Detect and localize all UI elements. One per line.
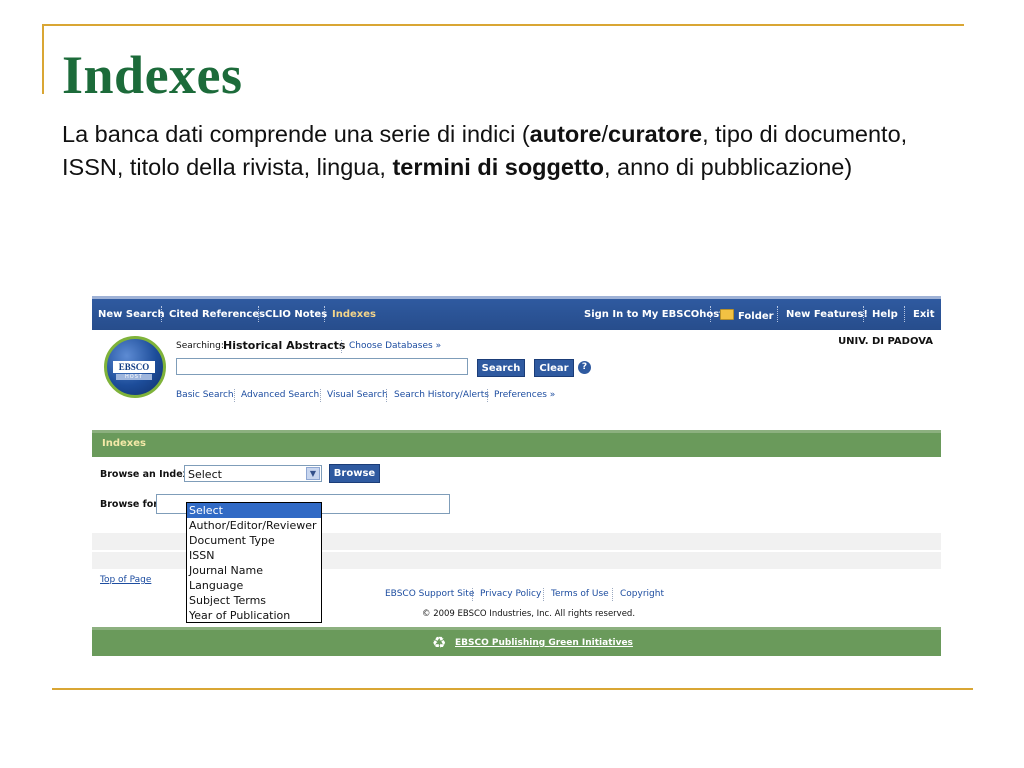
- slide-frame-bottom-line: [52, 688, 973, 690]
- nav-folder[interactable]: Folder: [720, 309, 774, 322]
- ebsco-screenshot: New Search Cited References CLIO Notes I…: [92, 296, 941, 656]
- nav-separator: [324, 306, 325, 322]
- preferences-link[interactable]: Preferences »: [494, 390, 555, 400]
- nav-indexes[interactable]: Indexes: [332, 309, 376, 320]
- basic-search-link[interactable]: Basic Search: [176, 390, 234, 400]
- nav-separator: [710, 306, 711, 322]
- privacy-policy-link[interactable]: Privacy Policy: [480, 589, 541, 599]
- separator: [472, 588, 473, 601]
- separator: [234, 389, 235, 402]
- nav-clio-notes[interactable]: CLIO Notes: [265, 309, 327, 320]
- slide-title: Indexes: [62, 45, 243, 105]
- dropdown-option-document-type[interactable]: Document Type: [187, 533, 321, 548]
- clear-button[interactable]: Clear: [534, 359, 574, 377]
- searching-label: Searching:: [176, 341, 224, 351]
- nav-separator: [904, 306, 905, 322]
- indexes-panel-header: Indexes: [92, 430, 941, 457]
- dropdown-option-language[interactable]: Language: [187, 578, 321, 593]
- recycle-icon: ♻: [431, 633, 447, 652]
- support-site-link[interactable]: EBSCO Support Site: [385, 589, 474, 599]
- terms-of-use-link[interactable]: Terms of Use: [551, 589, 609, 599]
- index-select[interactable]: Select ▼: [184, 465, 322, 482]
- dropdown-option-select[interactable]: Select: [187, 503, 321, 518]
- help-icon[interactable]: ?: [578, 361, 591, 374]
- visual-search-link[interactable]: Visual Search: [327, 390, 388, 400]
- ebscohost-logo[interactable]: EBSCO HOST: [104, 336, 166, 398]
- index-dropdown-list: Select Author/Editor/Reviewer Document T…: [186, 502, 322, 623]
- green-initiatives-link[interactable]: EBSCO Publishing Green Initiatives: [455, 638, 633, 648]
- body-bold-curator: curatore: [608, 121, 703, 147]
- search-button[interactable]: Search: [477, 359, 525, 377]
- body-text-1: La banca dati comprende una serie di ind…: [62, 121, 530, 147]
- separator: [543, 588, 544, 601]
- browse-for-label: Browse for:: [100, 499, 162, 510]
- logo-text: EBSCO: [113, 361, 155, 373]
- advanced-search-link[interactable]: Advanced Search: [241, 390, 319, 400]
- top-of-page-link[interactable]: Top of Page: [100, 575, 151, 585]
- nav-new-features[interactable]: New Features!: [786, 309, 868, 320]
- index-select-value: Select: [188, 468, 222, 481]
- slide-frame-top-line: [42, 24, 964, 26]
- nav-cited-references[interactable]: Cited References: [169, 309, 265, 320]
- nav-separator: [258, 306, 259, 322]
- slide-body-text: La banca dati comprende una serie di ind…: [62, 118, 972, 184]
- search-history-link[interactable]: Search History/Alerts: [394, 390, 489, 400]
- browse-index-label: Browse an Index:: [100, 469, 193, 480]
- browse-button[interactable]: Browse: [329, 464, 380, 483]
- separator: [320, 389, 321, 402]
- body-bold-subject-terms: termini di soggetto: [392, 154, 604, 180]
- search-input[interactable]: [176, 358, 468, 375]
- chevron-down-icon[interactable]: ▼: [306, 467, 320, 480]
- slide-frame-left-line: [42, 24, 44, 94]
- separator: [487, 389, 488, 402]
- nav-sign-in[interactable]: Sign In to My EBSCOhost: [584, 309, 724, 320]
- nav-folder-label: Folder: [738, 311, 774, 322]
- nav-separator: [777, 306, 778, 322]
- dropdown-option-journal-name[interactable]: Journal Name: [187, 563, 321, 578]
- body-bold-author: autore: [529, 121, 602, 147]
- top-navigation-bar: New Search Cited References CLIO Notes I…: [92, 296, 941, 330]
- logo-subtext: HOST: [116, 374, 152, 380]
- dropdown-option-author[interactable]: Author/Editor/Reviewer: [187, 518, 321, 533]
- database-name: Historical Abstracts: [223, 339, 346, 352]
- nav-exit[interactable]: Exit: [913, 309, 935, 320]
- dropdown-option-subject-terms[interactable]: Subject Terms: [187, 593, 321, 608]
- nav-separator: [161, 306, 162, 322]
- folder-icon: [720, 309, 734, 320]
- separator: [386, 389, 387, 402]
- copyright-notice: © 2009 EBSCO Industries, Inc. All rights…: [422, 609, 636, 619]
- body-text-4: , anno di pubblicazione): [603, 154, 853, 180]
- copyright-link[interactable]: Copyright: [620, 589, 664, 599]
- nav-help[interactable]: Help: [872, 309, 898, 320]
- footer-bar: ♻ EBSCO Publishing Green Initiatives: [92, 627, 941, 656]
- nav-separator: [863, 306, 864, 322]
- indexes-header-label: Indexes: [102, 438, 146, 449]
- dropdown-option-issn[interactable]: ISSN: [187, 548, 321, 563]
- dropdown-option-year[interactable]: Year of Publication: [187, 608, 321, 623]
- separator: [341, 340, 342, 353]
- institution-name: UNIV. DI PADOVA: [838, 336, 933, 347]
- nav-new-search[interactable]: New Search: [98, 309, 165, 320]
- choose-databases-link[interactable]: Choose Databases »: [349, 341, 441, 351]
- separator: [612, 588, 613, 601]
